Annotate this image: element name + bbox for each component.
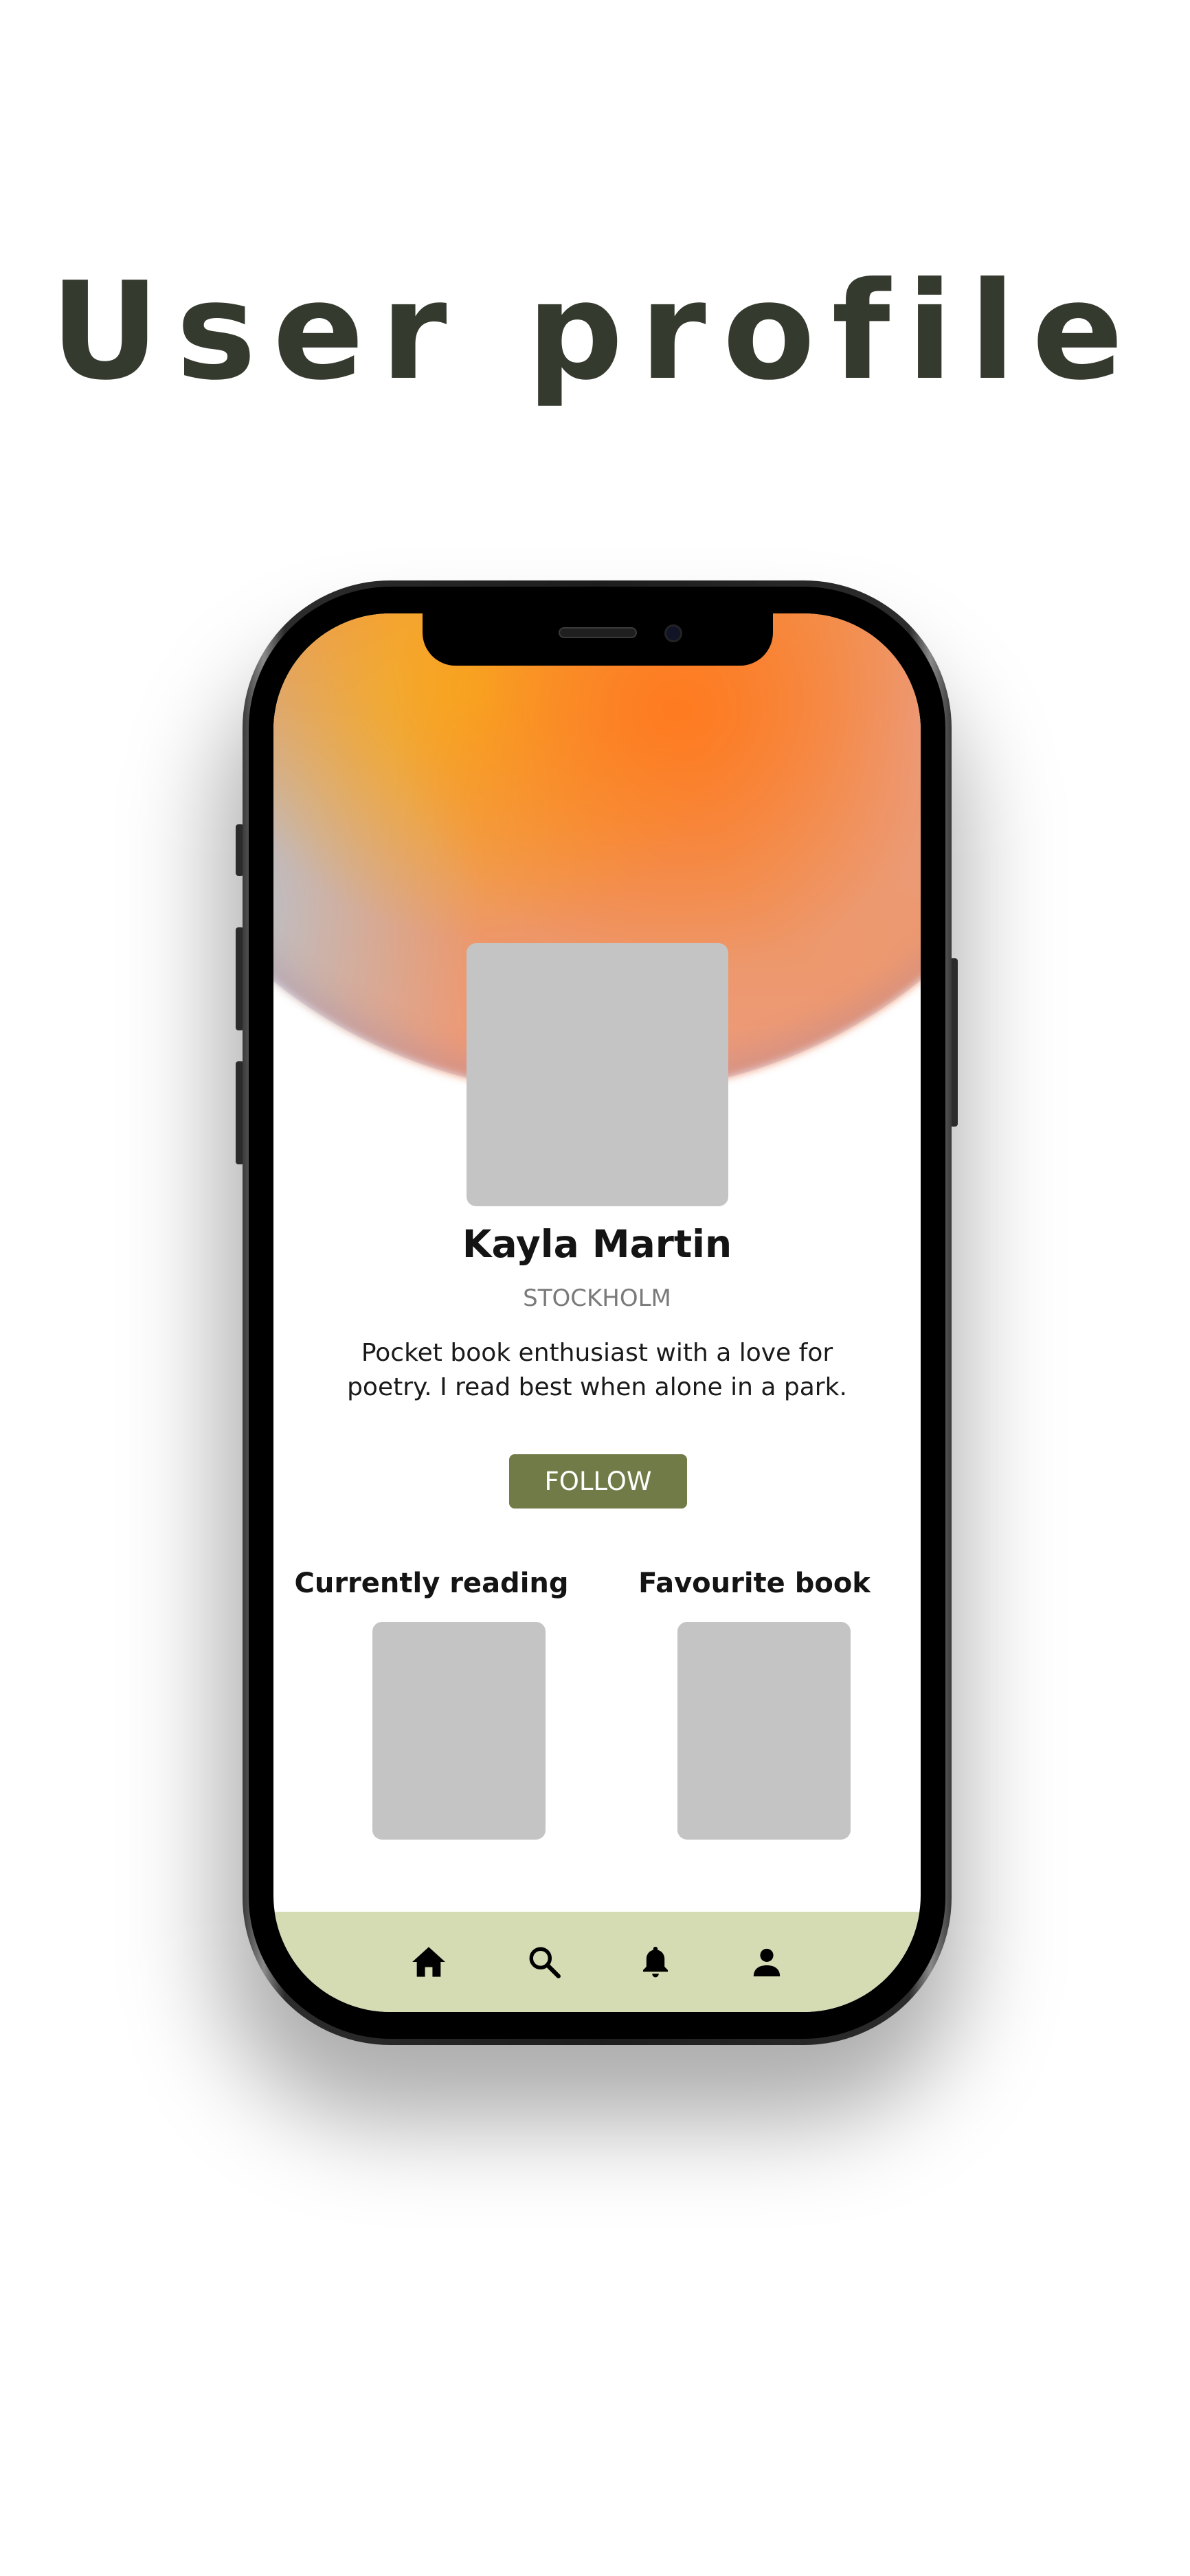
- nav-notifications[interactable]: [636, 1943, 675, 1981]
- front-camera: [664, 624, 682, 642]
- search-icon: [529, 1947, 561, 1978]
- user-bio: Pocket book enthusiast with a love for p…: [342, 1336, 852, 1405]
- earpiece-speaker: [559, 627, 637, 638]
- nav-home[interactable]: [409, 1943, 448, 1981]
- phone-screen: Kayla Martin STOCKHOLM Pocket book enthu…: [273, 613, 921, 2012]
- nav-profile[interactable]: [748, 1943, 786, 1981]
- phone-notch: [423, 613, 773, 666]
- bottom-nav: [273, 1912, 921, 2012]
- currently-reading-heading: Currently reading: [294, 1568, 569, 1599]
- currently-reading-cover[interactable]: [372, 1622, 546, 1840]
- favourite-book-heading: Favourite book: [638, 1568, 871, 1599]
- home-icon: [412, 1947, 445, 1977]
- favourite-book-cover[interactable]: [677, 1622, 851, 1840]
- user-location: STOCKHOLM: [523, 1285, 671, 1312]
- user-bio-line: Pocket book enthusiast with a love for: [361, 1339, 833, 1367]
- user-bio-line: poetry. I read best when alone in a park…: [347, 1373, 847, 1401]
- profile-icon: [753, 1948, 781, 1977]
- nav-search[interactable]: [525, 1943, 563, 1981]
- avatar: [467, 943, 728, 1206]
- follow-button[interactable]: FOLLOW: [509, 1454, 687, 1509]
- bell-icon: [643, 1947, 668, 1978]
- page-title: User profile: [50, 253, 1140, 410]
- user-name: Kayla Martin: [462, 1222, 732, 1266]
